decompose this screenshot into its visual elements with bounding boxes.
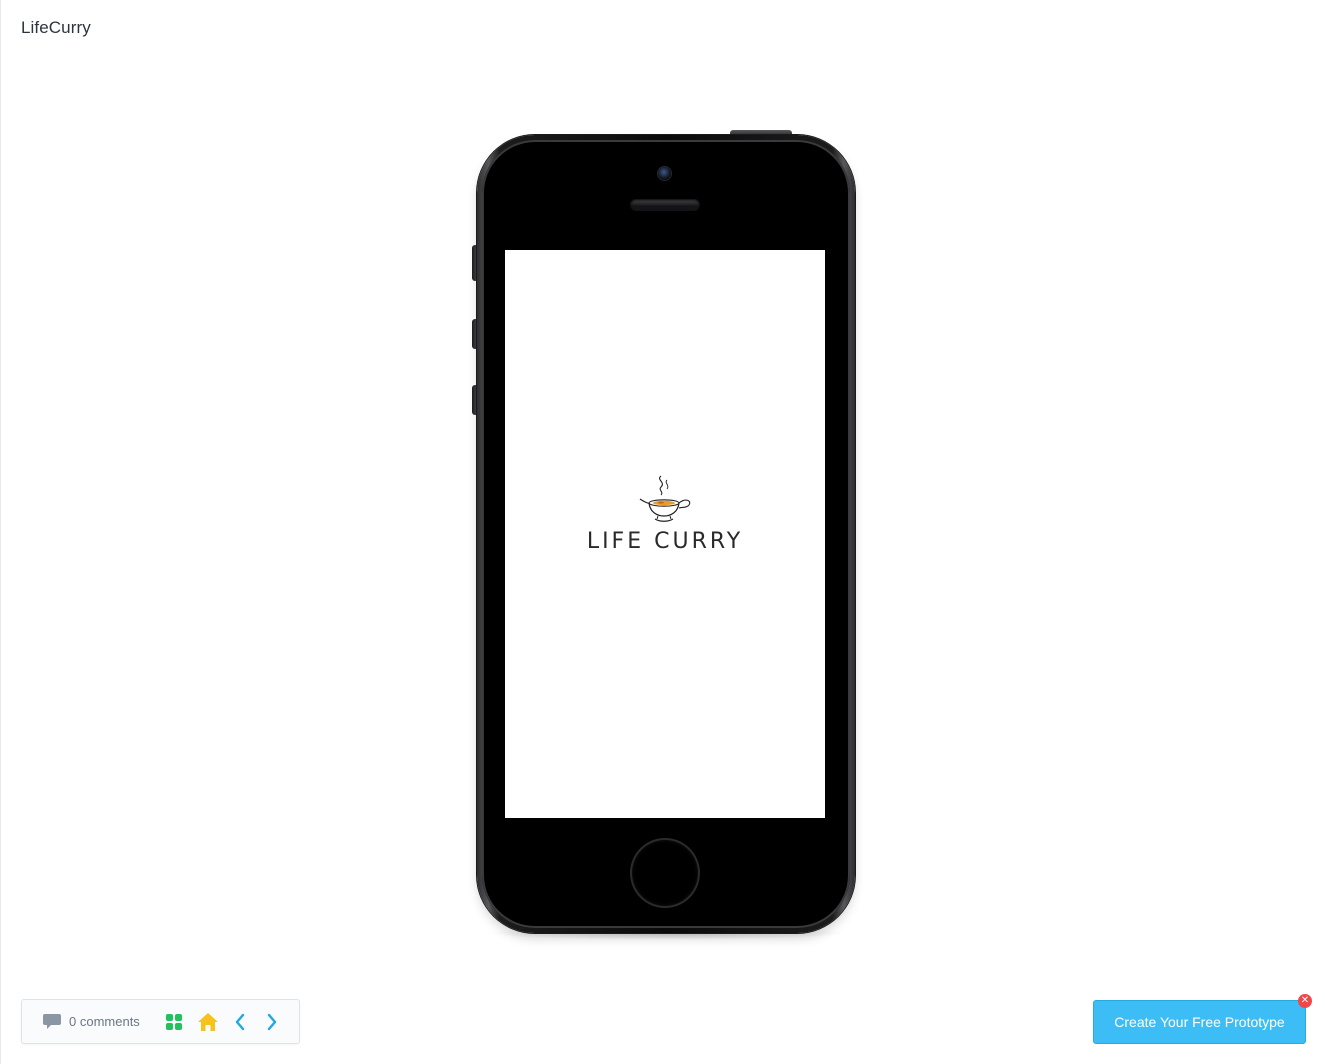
create-prototype-button[interactable]: Create Your Free Prototype (1093, 1000, 1306, 1044)
phone-home-button[interactable] (632, 840, 698, 906)
screens-grid-button[interactable] (165, 1000, 183, 1043)
front-camera-icon (658, 167, 671, 180)
viewer-toolbar: 0 comments (21, 999, 300, 1044)
earpiece-speaker (630, 199, 700, 211)
chevron-right-icon (267, 1013, 277, 1030)
grid-icon (166, 1013, 182, 1030)
comments-button[interactable]: 0 comments (42, 1000, 140, 1043)
chevron-left-icon (235, 1013, 245, 1030)
next-screen-button[interactable] (265, 1000, 279, 1043)
previous-screen-button[interactable] (233, 1000, 247, 1043)
prototype-viewer: LifeCurry LIFE CURRY 0 comments Create Y… (0, 0, 1325, 1064)
home-screen-button[interactable] (197, 1000, 219, 1043)
create-prototype-label: Create Your Free Prototype (1114, 1014, 1285, 1030)
project-title: LifeCurry (21, 18, 91, 37)
home-icon (198, 1012, 218, 1031)
speech-bubble-icon (43, 1013, 61, 1029)
app-wordmark: LIFE CURRY (586, 529, 744, 554)
comments-count-label: 0 comments (69, 1014, 140, 1029)
steaming-curry-bowl-icon (639, 475, 691, 522)
close-icon[interactable]: ✕ (1298, 994, 1312, 1008)
